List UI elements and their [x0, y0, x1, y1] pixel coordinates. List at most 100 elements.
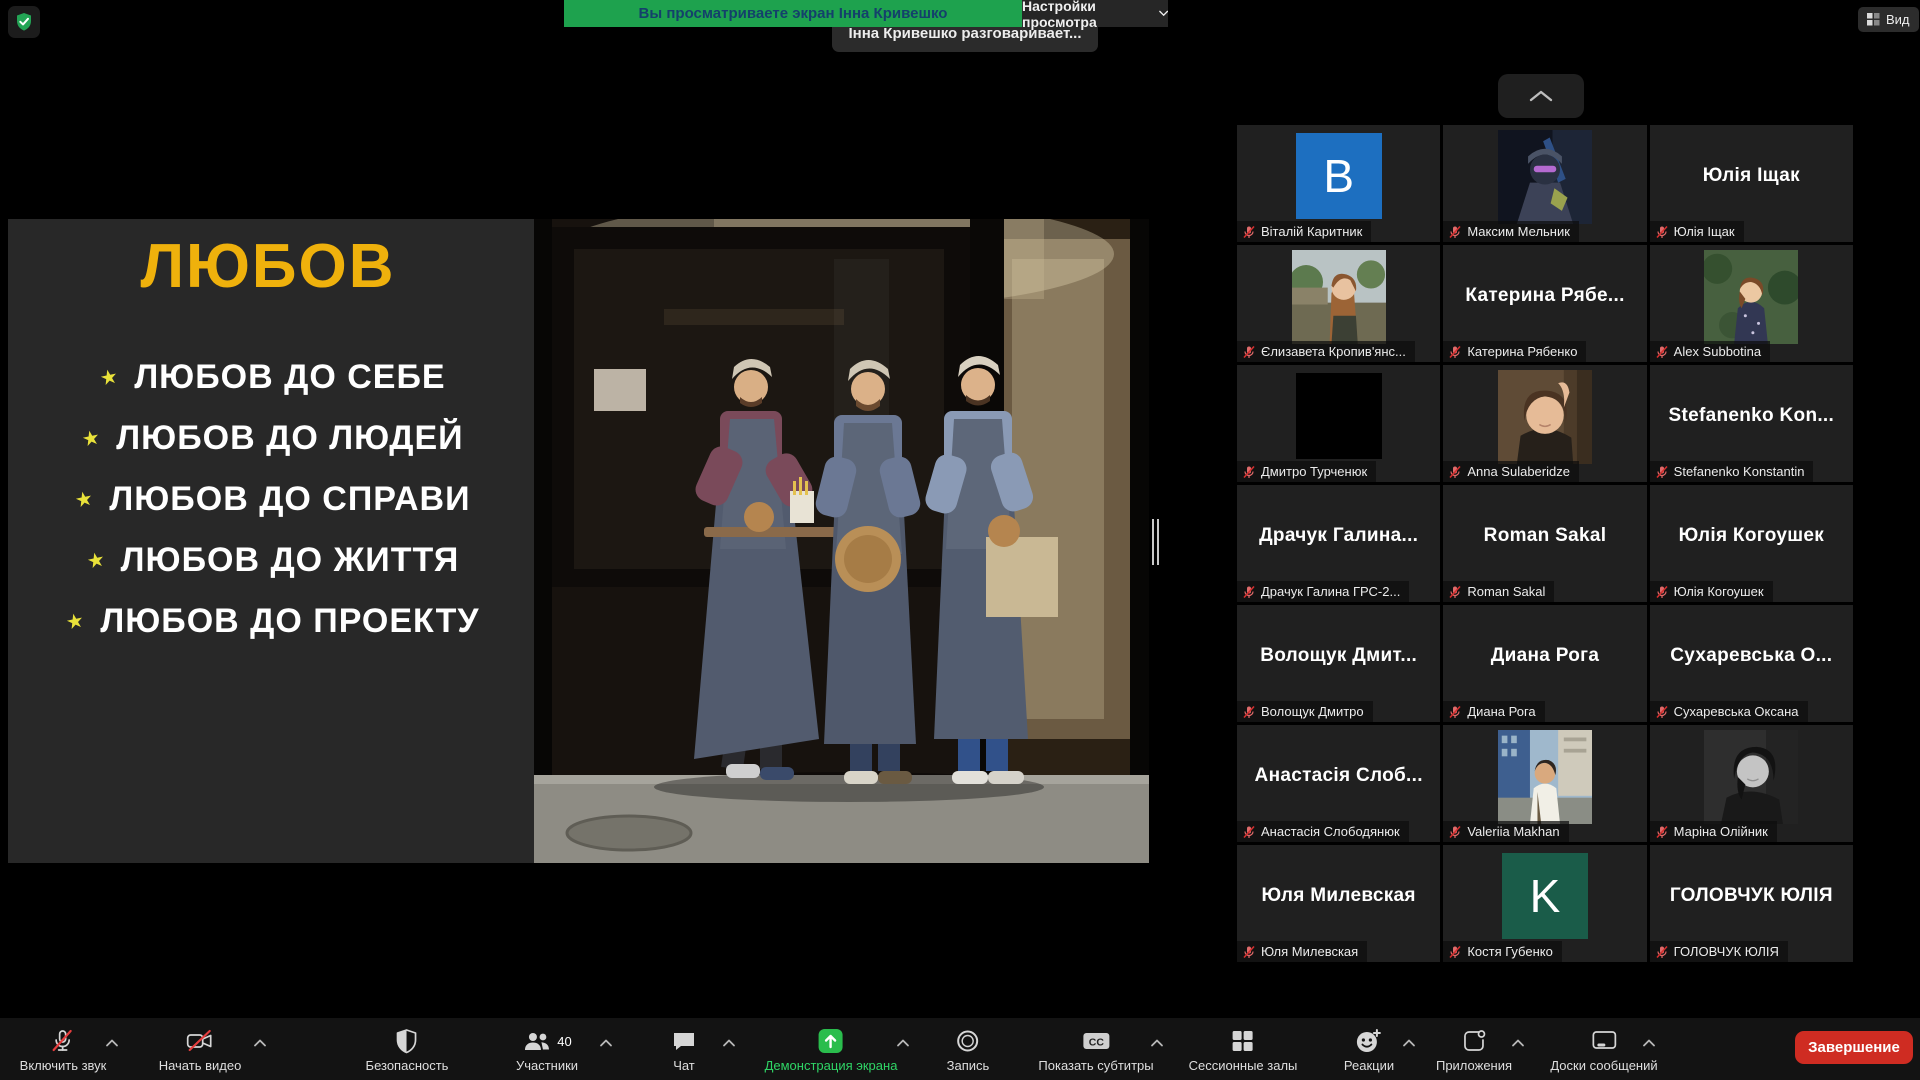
participant-name-text: Stefanenko Konstantin: [1674, 464, 1805, 479]
participant-tile[interactable]: Маріна Олійник: [1650, 725, 1853, 842]
slide-bullet-text: ЛЮБОВ ДО СЕБЕ: [134, 358, 445, 397]
toolbar-item-security[interactable]: Безопасность: [366, 1026, 449, 1073]
star-icon: ★: [74, 488, 96, 511]
avatar: [1296, 373, 1382, 459]
participant-tile[interactable]: Диана РогаДиана Рога: [1443, 605, 1646, 722]
mic-off-icon: [1242, 465, 1256, 479]
participant-tile[interactable]: Єлизавета Кропив'янс...: [1237, 245, 1440, 362]
participant-name-label: Драчук Галина ГРС-2...: [1237, 581, 1409, 602]
participant-tile[interactable]: Roman SakalRoman Sakal: [1443, 485, 1646, 602]
participant-tile[interactable]: ГОЛОВЧУК ЮЛІЯ ГОЛОВЧУК ЮЛІЯ: [1650, 845, 1853, 962]
participant-tile[interactable]: Катерина Рябе...Катерина Рябенко: [1443, 245, 1646, 362]
mic-off-icon: [1242, 225, 1256, 239]
toolbar-item-mute[interactable]: Включить звук: [20, 1026, 107, 1073]
participant-tile[interactable]: Stefanenko Kon...Stefanenko Konstantin: [1650, 365, 1853, 482]
participant-tile[interactable]: BВіталій Каритник: [1237, 125, 1440, 242]
toolbar-item-label: Демонстрация экрана: [765, 1058, 898, 1073]
participant-name-text: Valeriia Makhan: [1467, 824, 1559, 839]
participant-tile[interactable]: Сухаревська О...Сухаревська Оксана: [1650, 605, 1853, 722]
gallery-collapse-button[interactable]: [1498, 74, 1584, 118]
participant-center-name: Драчук Галина...: [1259, 525, 1418, 563]
meeting-toolbar: Завершение Включить звук Начать видео Безо…: [0, 1018, 1920, 1080]
participant-tile[interactable]: K Костя Губенко: [1443, 845, 1646, 962]
chevron-up-icon: [1529, 90, 1553, 102]
shared-screen-slide: ЛЮБОВ ★ЛЮБОВ ДО СЕБЕ★ЛЮБОВ ДО ЛЮДЕЙ★ЛЮБО…: [8, 219, 1149, 863]
participants-icon: 40: [522, 1026, 571, 1056]
chevron-up-icon: [254, 1039, 267, 1047]
toolbar-item-share[interactable]: Демонстрация экрана: [765, 1026, 898, 1073]
share-icon: [817, 1026, 845, 1056]
chevron-up-icon: [723, 1039, 736, 1047]
toolbar-item-captions[interactable]: CC Показать субтитры: [1038, 1026, 1153, 1073]
participant-name-label: Максим Мельник: [1443, 221, 1579, 242]
participant-name-text: Alex Subbotina: [1674, 344, 1761, 359]
participant-tile[interactable]: Дмитро Турченюк: [1237, 365, 1440, 482]
mic-off-icon: [1448, 585, 1462, 599]
participant-tile[interactable]: Анастасія Слоб... Анастасія Слободянюк: [1237, 725, 1440, 842]
participant-tile[interactable]: Юлія ІщакЮлія Іщак: [1650, 125, 1853, 242]
mic-off-icon: [1655, 705, 1669, 719]
mic-off-icon: [1242, 345, 1256, 359]
participant-center-name: Юля Милевская: [1262, 885, 1416, 923]
toolbar-item-video[interactable]: Начать видео: [159, 1026, 242, 1073]
participant-name-label: Костя Губенко: [1443, 941, 1562, 962]
toolbar-item-participants[interactable]: 40Участники: [516, 1026, 578, 1073]
toolbar-chevron-share[interactable]: [897, 1034, 910, 1052]
participant-name-label: Диана Рога: [1443, 701, 1544, 722]
panel-resize-handle[interactable]: [1152, 519, 1159, 565]
toolbar-chevron-reactions[interactable]: [1403, 1034, 1416, 1052]
participant-tile[interactable]: Valeriia Makhan: [1443, 725, 1646, 842]
view-settings-button[interactable]: Настройки просмотра: [1022, 0, 1168, 27]
participant-center-name: Анастасія Слоб...: [1255, 765, 1423, 803]
slide-bullet-list: ★ЛЮБОВ ДО СЕБЕ★ЛЮБОВ ДО ЛЮДЕЙ★ЛЮБОВ ДО С…: [8, 347, 538, 652]
view-settings-label: Настройки просмотра: [1022, 0, 1151, 30]
mic-off-icon: [1448, 825, 1462, 839]
board-icon: [1590, 1026, 1618, 1056]
participant-tile[interactable]: Драчук Галина... Драчук Галина ГРС-2...: [1237, 485, 1440, 602]
toolbar-chevron-participants[interactable]: [600, 1034, 613, 1052]
participant-name-text: Драчук Галина ГРС-2...: [1261, 584, 1400, 599]
mic-off-icon: [1242, 945, 1256, 959]
toolbar-item-label: Показать субтитры: [1038, 1058, 1153, 1073]
chevron-up-icon: [106, 1039, 119, 1047]
toolbar-item-chat[interactable]: Чат: [671, 1026, 697, 1073]
participant-tile[interactable]: Юля МилевскаяЮля Милевская: [1237, 845, 1440, 962]
security-shield-icon[interactable]: [8, 6, 40, 38]
toolbar-item-record[interactable]: Запись: [947, 1026, 990, 1073]
toolbar-item-label: Начать видео: [159, 1058, 242, 1073]
participant-tile[interactable]: Anna Sulaberidze: [1443, 365, 1646, 482]
participant-name-text: Костя Губенко: [1467, 944, 1553, 959]
participant-tile[interactable]: Alex Subbotina: [1650, 245, 1853, 362]
participant-name-text: Маріна Олійник: [1674, 824, 1768, 839]
avatar-photo-illustration: [1498, 370, 1592, 464]
toolbar-chevron-captions[interactable]: [1151, 1034, 1164, 1052]
toolbar-item-apps[interactable]: Приложения: [1436, 1026, 1512, 1073]
view-button-label: Вид: [1886, 12, 1910, 27]
toolbar-chevron-video[interactable]: [254, 1034, 267, 1052]
view-button[interactable]: Вид: [1858, 7, 1919, 32]
chevron-up-icon: [1151, 1039, 1164, 1047]
participant-center-name: ГОЛОВЧУК ЮЛІЯ: [1670, 885, 1833, 923]
avatar: [1498, 730, 1592, 824]
participant-tile[interactable]: Волощук Дмит...Волощук Дмитро: [1237, 605, 1440, 722]
gallery-view-icon: [1867, 13, 1880, 26]
toolbar-chevron-mute[interactable]: [106, 1034, 119, 1052]
avatar: K: [1502, 853, 1588, 939]
participant-name-label: Анастасія Слободянюк: [1237, 821, 1409, 842]
participant-tile[interactable]: Юлія КогоушекЮлія Когоушек: [1650, 485, 1853, 602]
participant-name-text: Диана Рога: [1467, 704, 1535, 719]
toolbar-item-reactions[interactable]: Реакции: [1344, 1026, 1394, 1073]
toolbar-chevron-apps[interactable]: [1512, 1034, 1525, 1052]
participant-name-label: ГОЛОВЧУК ЮЛІЯ: [1650, 941, 1788, 962]
slide-bullet: ★ЛЮБОВ ДО ЖИТТЯ: [8, 530, 538, 591]
mic-off-icon: [1242, 585, 1256, 599]
slide-bullet-text: ЛЮБОВ ДО СПРАВИ: [109, 480, 470, 519]
participant-tile[interactable]: Максим Мельник: [1443, 125, 1646, 242]
end-meeting-button[interactable]: Завершение: [1795, 1031, 1913, 1064]
participant-name-label: Єлизавета Кропив'янс...: [1237, 341, 1415, 362]
avatar: B: [1296, 133, 1382, 219]
svg-text:CC: CC: [1088, 1037, 1104, 1049]
toolbar-item-breakout[interactable]: Сессионные залы: [1189, 1026, 1298, 1073]
toolbar-chevron-chat[interactable]: [723, 1034, 736, 1052]
toolbar-chevron-whiteboard[interactable]: [1643, 1034, 1656, 1052]
